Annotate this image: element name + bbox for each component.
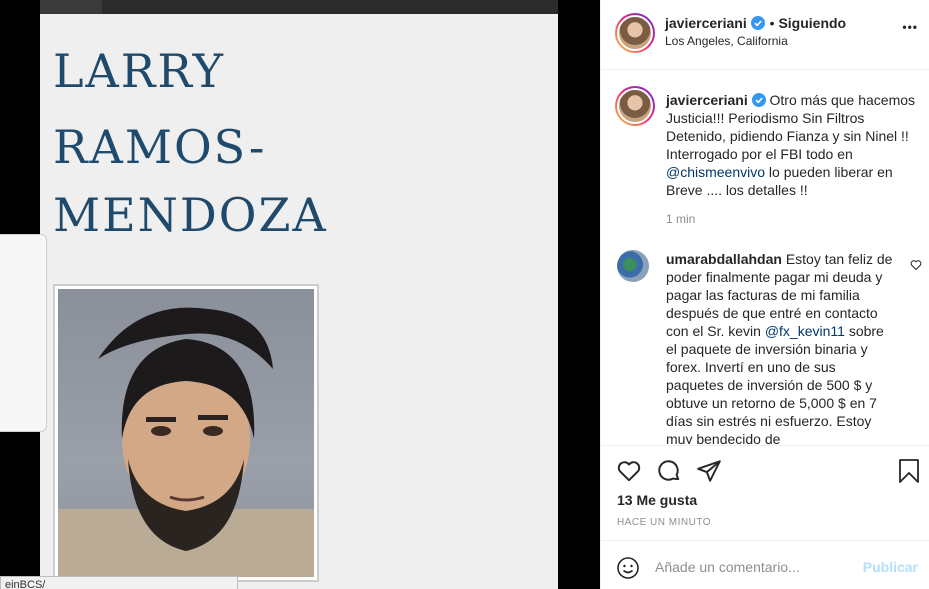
post-media[interactable]: LARRY RAMOS- MENDOZA einBCS/ — [0, 0, 600, 589]
add-comment-bar: Publicar — [601, 540, 929, 589]
verified-icon — [751, 93, 766, 107]
screenshot-side-panel — [0, 234, 47, 432]
comment: umarabdallahdan Estoy tan feliz de poder… — [666, 250, 896, 444]
post-header: javierceriani • Siguiendo Los Angeles, C… — [601, 0, 929, 70]
screenshot-tab — [40, 0, 102, 14]
commenter-avatar[interactable] — [617, 250, 649, 282]
post-timestamp: HACE UN MINUTO — [617, 517, 712, 528]
more-options-icon[interactable]: ••• — [902, 20, 918, 34]
url-tooltip: einBCS/ — [0, 576, 238, 589]
likes-count[interactable]: 13 Me gusta — [617, 492, 697, 508]
location-link[interactable]: Los Angeles, California — [665, 34, 788, 48]
post-sidebar: javierceriani • Siguiendo Los Angeles, C… — [600, 0, 929, 589]
commenter-username[interactable]: umarabdallahdan — [666, 251, 782, 267]
mugshot-frame — [53, 284, 319, 582]
screenshot-top-bar — [40, 0, 558, 14]
save-bookmark-icon[interactable] — [897, 458, 921, 484]
emoji-icon[interactable] — [616, 556, 640, 580]
comment-text-2: sobre el paquete de inversión binaria y … — [666, 323, 884, 444]
name-line-2: RAMOS- — [53, 120, 267, 174]
caption-time[interactable]: 1 min — [666, 212, 695, 226]
follow-status-button[interactable]: Siguiendo — [778, 15, 846, 31]
comment-input[interactable] — [655, 555, 845, 579]
author-avatar[interactable] — [615, 13, 655, 53]
mugshot-illustration — [58, 307, 314, 577]
caption-mention[interactable]: @chismeenvivo — [666, 164, 765, 180]
name-line-3: MENDOZA — [53, 188, 328, 242]
action-bar: 13 Me gusta HACE UN MINUTO — [601, 445, 929, 540]
author-username[interactable]: javierceriani — [665, 15, 747, 31]
name-line-1: LARRY — [53, 44, 225, 98]
verified-icon — [751, 16, 766, 30]
caption: javierceriani Otro más que hacemos Justi… — [666, 91, 922, 199]
share-paper-plane-icon[interactable] — [696, 458, 722, 484]
mugshot-photo — [58, 289, 314, 577]
comment-like-heart-icon[interactable] — [910, 259, 922, 271]
caption-username[interactable]: javierceriani — [666, 92, 748, 108]
publish-button[interactable]: Publicar — [863, 559, 918, 575]
comment-bubble-icon[interactable] — [656, 458, 682, 484]
caption-avatar[interactable] — [615, 86, 655, 126]
comment-mention[interactable]: @fx_kevin11 — [765, 323, 845, 339]
like-heart-icon[interactable] — [616, 458, 642, 484]
